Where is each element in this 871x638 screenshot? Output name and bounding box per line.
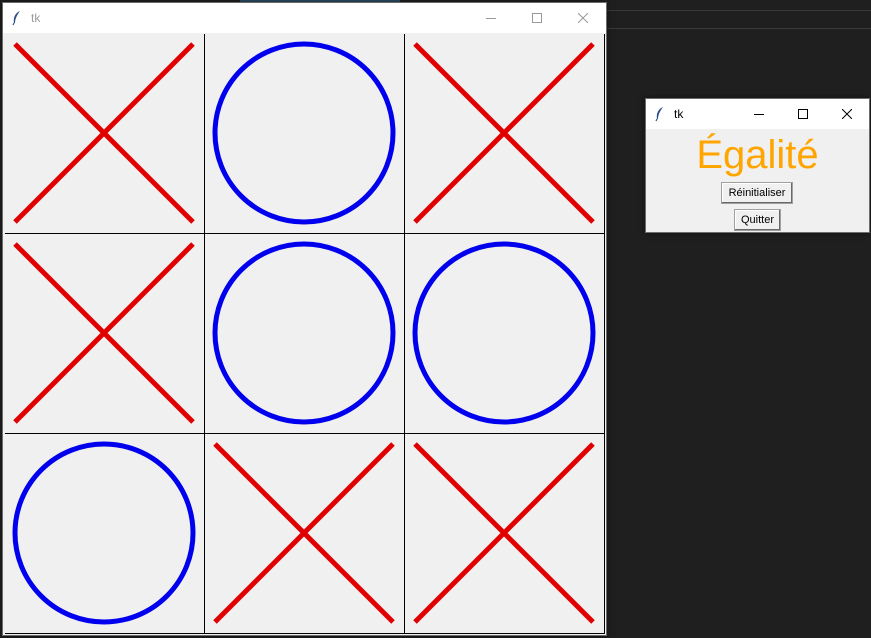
close-button[interactable] [560,3,606,33]
minimize-button[interactable] [468,3,514,33]
title-bar[interactable]: tk [3,3,606,33]
maximize-button[interactable] [514,3,560,33]
game-board-window: tk [2,2,607,636]
window-controls [737,99,869,129]
popup-body: Égalité Réinitialiser Quitter [646,129,869,232]
result-popup-window: tk Égalité Réinitialiser Quitter [645,98,870,233]
board-cell-3-2[interactable] [205,434,405,634]
reset-button[interactable]: Réinitialiser [721,182,793,204]
board-cell-3-3[interactable] [405,434,605,634]
tk-feather-icon [12,10,22,26]
o-mark [212,41,396,225]
minimize-button[interactable] [737,99,781,129]
board-cell-1-2[interactable] [205,34,405,234]
board-cell-2-1[interactable] [5,234,205,434]
tk-feather-icon [655,106,665,122]
maximize-button[interactable] [781,99,825,129]
window-title: tk [31,11,41,25]
board-cell-2-2[interactable] [205,234,405,434]
x-mark [413,442,595,624]
quit-button[interactable]: Quitter [734,209,781,231]
x-mark [13,242,195,424]
result-label: Égalité [696,133,819,177]
window-title: tk [674,107,684,121]
window-controls [468,3,606,33]
maximize-icon [798,109,808,119]
maximize-icon [532,13,542,23]
x-mark [213,442,395,624]
o-mark [12,441,196,625]
o-mark [412,241,596,425]
board-cell-2-3[interactable] [405,234,605,434]
close-icon [842,109,852,119]
close-button[interactable] [825,99,869,129]
minimize-icon [486,18,496,19]
board-cell-3-1[interactable] [5,434,205,634]
title-bar[interactable]: tk [646,99,869,129]
desktop: tk tk Égalité Réinitialiser Quitter [0,0,871,638]
x-mark [13,42,195,224]
board-cell-1-1[interactable] [5,34,205,234]
x-mark [413,42,595,224]
background-divider [605,28,871,29]
background-divider [605,10,871,11]
close-icon [578,13,588,23]
tic-tac-toe-board [5,34,605,634]
o-mark [212,241,396,425]
minimize-icon [754,114,764,115]
board-cell-1-3[interactable] [405,34,605,234]
